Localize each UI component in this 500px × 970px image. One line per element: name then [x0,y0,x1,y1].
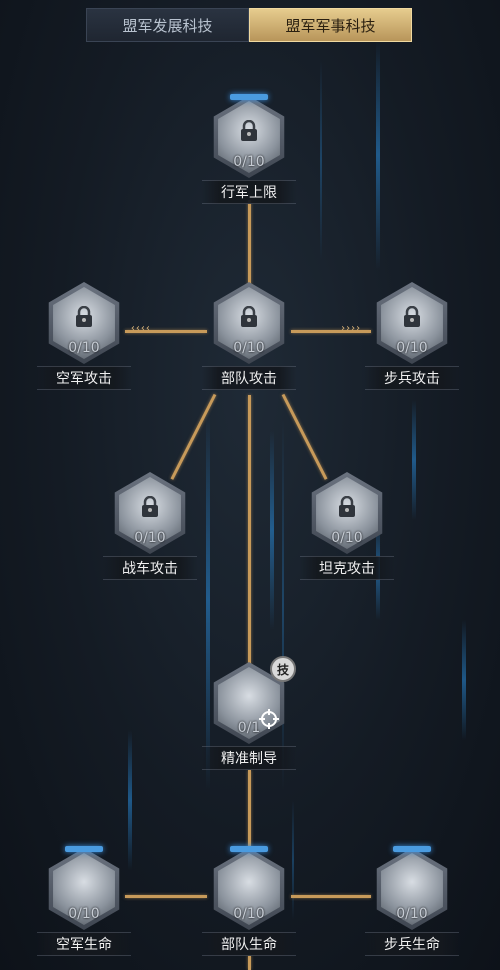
progress-text: 0/10 [233,340,265,356]
background-light-streak [320,60,322,260]
tech-name: 坦克攻击 [300,556,394,580]
tech-node-chariot-attack[interactable]: 0/10 战车攻击 [103,472,197,582]
tech-node-troop-health[interactable]: 0/10 部队生命 [202,846,296,958]
progress-text: 0/1 [237,720,261,736]
arrow-left-indicator: ‹‹‹‹ [130,323,151,334]
tech-name: 步兵生命 [365,932,459,956]
tech-node-infantry-health[interactable]: 0/10 步兵生命 [365,846,459,958]
progress-text: 0/10 [396,906,428,922]
connector [248,200,251,295]
lock-icon [75,305,93,328]
tech-node-tank-attack[interactable]: 0/10 坦克攻击 [300,472,394,582]
progress-text: 0/10 [233,154,265,170]
tech-node-troop-attack[interactable]: 0/10 部队攻击 [202,282,296,392]
arrow-right-indicator: ›››› [340,323,361,334]
skill-badge: 技 [270,656,296,682]
lock-icon [338,495,356,518]
connector [248,770,251,855]
tech-name: 行军上限 [202,180,296,204]
lock-icon [240,305,258,328]
tech-name: 步兵攻击 [365,366,459,390]
tech-tab-bar: 盟军发展科技 盟军军事科技 [86,8,412,42]
rank-cap [65,846,103,852]
background-light-streak [462,620,466,740]
connector [125,895,207,898]
tech-name: 战车攻击 [103,556,197,580]
progress-text: 0/10 [134,530,166,546]
tech-node-precision-guidance[interactable]: 技 0/1 精准制导 [202,656,296,772]
progress-text: 0/10 [331,530,363,546]
tech-name: 空军生命 [37,932,131,956]
tab-alliance-military-tech[interactable]: 盟军军事科技 [249,8,412,42]
progress-text: 0/10 [233,906,265,922]
lock-icon [240,119,258,142]
progress-text: 0/10 [68,906,100,922]
tech-name: 部队攻击 [202,366,296,390]
background-light-streak [412,400,416,520]
tech-node-air-health[interactable]: 0/10 空军生命 [37,846,131,958]
background-light-streak [376,40,380,270]
background-light-streak [270,430,274,630]
connector [281,393,328,480]
progress-text: 0/10 [68,340,100,356]
rank-cap [230,846,268,852]
tab-alliance-development-tech[interactable]: 盟军发展科技 [86,8,249,42]
lock-icon [403,305,421,328]
tech-node-march-limit[interactable]: 0/10 行军上限 [202,94,296,206]
lock-icon [141,495,159,518]
tech-name: 部队生命 [202,932,296,956]
tech-node-air-attack[interactable]: 0/10 空军攻击 [37,282,131,392]
rank-cap [230,94,268,100]
connector [291,895,371,898]
connector [248,395,251,665]
rank-cap [393,846,431,852]
tech-name: 精准制导 [202,746,296,770]
tech-name: 空军攻击 [37,366,131,390]
tech-node-infantry-attack[interactable]: 0/10 步兵攻击 [365,282,459,392]
progress-text: 0/10 [396,340,428,356]
